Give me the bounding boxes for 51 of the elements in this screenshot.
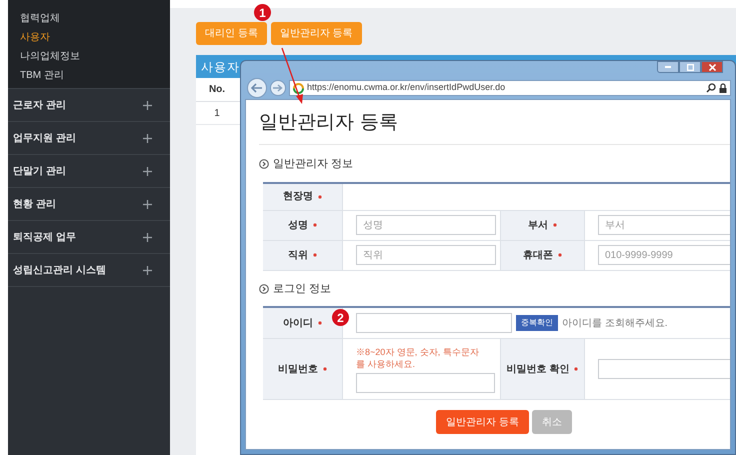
plus-icon bbox=[143, 200, 152, 208]
page-icon bbox=[293, 82, 304, 94]
address-bar[interactable]: https://enomu.cwma.or.kr/env/insertIdPwdUser.do bbox=[289, 80, 731, 96]
column-header: No. bbox=[208, 83, 226, 97]
input-field[interactable] bbox=[598, 359, 730, 379]
field-label: 성명 bbox=[288, 218, 308, 232]
plus-icon bbox=[143, 232, 152, 242]
chevron-circle-icon bbox=[259, 159, 269, 170]
page-title: 일반관리자 등록 bbox=[259, 110, 400, 134]
minimize-button[interactable] bbox=[657, 61, 679, 73]
sidebar-item[interactable]: TBM 관리 bbox=[20, 69, 170, 82]
duplicate-check-button[interactable]: 중복확인 bbox=[516, 315, 558, 331]
maximize-button[interactable] bbox=[679, 61, 701, 73]
input-field[interactable] bbox=[356, 372, 495, 392]
forward-arrow-icon bbox=[273, 84, 283, 92]
field-label: 직위 bbox=[288, 248, 308, 262]
input-field[interactable]: 직위 bbox=[356, 245, 496, 265]
sidebar-item[interactable]: 나의업체정보 bbox=[20, 50, 170, 63]
url-text: https://enomu.cwma.or.kr/env/insertIdPwdUser.do bbox=[307, 81, 506, 94]
password-rule-note: ※8~20자 영문, 숫자, 특수문자를 사용하세요. bbox=[356, 346, 480, 370]
field-label: 비밀번호 확인 bbox=[506, 362, 570, 376]
lock-icon bbox=[719, 83, 727, 93]
forward-button[interactable] bbox=[270, 80, 286, 96]
section-title: 일반관리자 정보 bbox=[273, 157, 354, 172]
sidebar-item[interactable]: 사용자 bbox=[20, 31, 170, 44]
field-label: 비밀번호 bbox=[278, 362, 318, 376]
close-icon bbox=[708, 64, 716, 70]
input-field[interactable]: 성명 bbox=[356, 215, 496, 235]
pointer-arrow bbox=[281, 48, 303, 104]
field-label: 휴대폰 bbox=[523, 248, 553, 262]
plus-icon bbox=[143, 100, 152, 110]
chevron-circle-icon bbox=[259, 284, 269, 294]
table-cell-text: 1 bbox=[213, 106, 221, 120]
input-field[interactable]: 부서 bbox=[598, 215, 730, 235]
input-field[interactable]: 010-9999-9999 bbox=[598, 245, 730, 265]
plus-icon bbox=[143, 134, 152, 142]
close-button[interactable] bbox=[701, 61, 723, 73]
field-label: 현장명 bbox=[283, 190, 313, 204]
minimize-icon bbox=[665, 66, 671, 68]
back-button[interactable] bbox=[247, 78, 267, 98]
input-field[interactable] bbox=[356, 313, 512, 333]
back-arrow-icon bbox=[251, 83, 263, 93]
hint-text: 아이디를 조회해주세요. bbox=[562, 316, 668, 330]
section-title: 로그인 정보 bbox=[273, 282, 332, 296]
plus-icon bbox=[143, 166, 152, 176]
plus-icon bbox=[143, 266, 152, 274]
sidebar-item[interactable]: 협력업체 bbox=[20, 12, 170, 25]
maximize-icon bbox=[686, 64, 694, 70]
field-label: 부서 bbox=[528, 218, 548, 232]
search-icon[interactable] bbox=[706, 83, 716, 93]
field-label: 아이디 bbox=[283, 316, 313, 330]
